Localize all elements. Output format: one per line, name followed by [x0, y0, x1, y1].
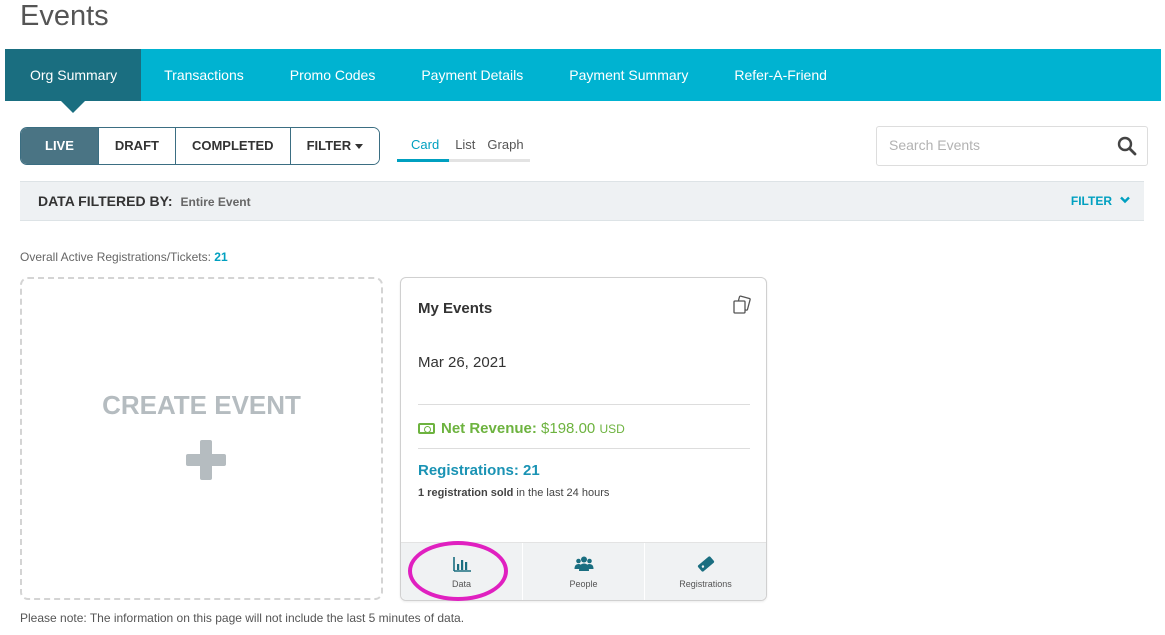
chevron-down-icon	[1120, 196, 1130, 204]
recent-sales-bold: 1 registration sold	[418, 487, 514, 499]
event-card-actions: Data People Registrations	[401, 542, 766, 600]
tab-transactions[interactable]: Transactions	[141, 49, 267, 101]
plus-icon	[186, 440, 226, 480]
data-filter-heading: DATA FILTERED BY: Entire Event	[38, 193, 251, 209]
people-button[interactable]: People	[523, 543, 645, 600]
data-filter-toggle[interactable]: FILTER	[1071, 194, 1130, 208]
ticket-icon	[697, 556, 714, 572]
registrations-count: Registrations: 21	[418, 462, 540, 479]
currency-label: USD	[599, 422, 625, 436]
filter-dropdown-label: FILTER	[306, 138, 352, 153]
top-nav: Org Summary Transactions Promo Codes Pay…	[5, 49, 1161, 113]
search-input[interactable]	[877, 127, 1109, 163]
people-button-label: People	[569, 579, 598, 589]
create-event-label: CREATE EVENT	[102, 390, 301, 420]
caret-down-icon	[355, 144, 364, 150]
view-list-tab[interactable]: List	[449, 131, 481, 159]
tab-promo-codes[interactable]: Promo Codes	[267, 49, 399, 101]
view-card-tab[interactable]: Card	[397, 131, 450, 162]
recent-sales: 1 registration sold in the last 24 hours	[418, 487, 609, 499]
event-date: Mar 26, 2021	[418, 354, 507, 371]
divider	[418, 448, 750, 449]
draft-button[interactable]: DRAFT	[98, 128, 176, 164]
data-filter-value: Entire Event	[180, 195, 251, 209]
recent-sales-rest: in the last 24 hours	[516, 487, 610, 499]
view-graph-tab[interactable]: Graph	[481, 131, 529, 159]
overall-count: 21	[214, 250, 228, 264]
net-revenue-label: Net Revenue:	[441, 420, 537, 437]
search-box	[876, 126, 1148, 166]
create-event-card[interactable]: CREATE EVENT	[20, 277, 383, 600]
money-icon	[418, 423, 435, 434]
page-title: Events	[20, 0, 109, 32]
data-filter-toggle-label: FILTER	[1070, 194, 1112, 208]
live-button[interactable]: LIVE	[21, 128, 99, 164]
registrations-button[interactable]: Registrations	[645, 543, 766, 600]
overall-label: Overall Active Registrations/Tickets:	[20, 250, 211, 264]
copy-icon[interactable]	[732, 295, 752, 315]
view-switcher: Card List Graph	[397, 131, 530, 162]
page-note: Please note: The information on this pag…	[20, 611, 465, 625]
data-button[interactable]: Data	[401, 543, 523, 600]
divider	[418, 404, 750, 405]
completed-button[interactable]: COMPLETED	[175, 128, 291, 164]
tab-payment-summary[interactable]: Payment Summary	[546, 49, 711, 101]
data-filter-bar: DATA FILTERED BY: Entire Event FILTER	[20, 181, 1144, 221]
data-button-label: Data	[451, 579, 471, 589]
overall-registrations: Overall Active Registrations/Tickets: 21	[20, 250, 228, 264]
status-filter-group: LIVE DRAFT COMPLETED FILTER	[20, 127, 381, 165]
net-revenue: Net Revenue: $198.00 USD	[418, 420, 625, 437]
event-card: My Events Mar 26, 2021 Net Revenue: $198…	[400, 277, 767, 601]
filter-dropdown-button[interactable]: FILTER	[290, 128, 380, 164]
bar-chart-icon	[452, 557, 471, 572]
tab-refer-a-friend[interactable]: Refer-A-Friend	[711, 49, 850, 101]
people-icon	[574, 556, 593, 571]
data-filter-label: DATA FILTERED BY:	[38, 193, 173, 209]
tab-payment-details[interactable]: Payment Details	[398, 49, 546, 101]
event-title[interactable]: My Events	[418, 300, 492, 317]
net-revenue-value: $198.00	[541, 420, 596, 437]
search-icon[interactable]	[1117, 136, 1137, 156]
registrations-button-label: Registrations	[679, 579, 732, 589]
tab-org-summary[interactable]: Org Summary	[5, 49, 142, 113]
